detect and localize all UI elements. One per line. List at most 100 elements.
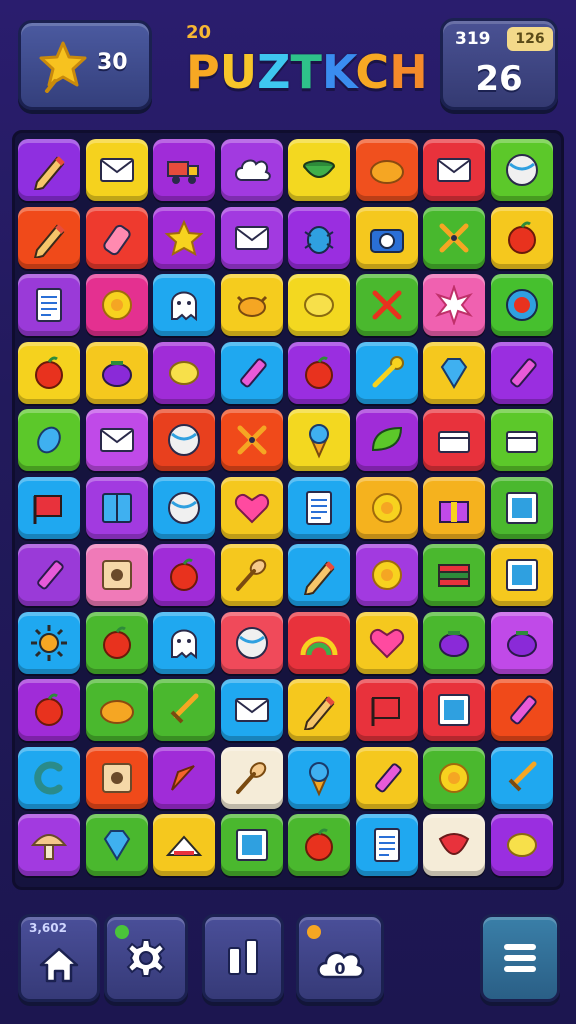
board-tile[interactable] [220,139,283,201]
board-tile[interactable] [288,814,350,876]
board-tile[interactable] [490,139,553,201]
menu-button[interactable] [480,914,560,1002]
board-tile[interactable] [18,206,80,269]
board-tile[interactable] [490,409,553,471]
lives-button[interactable]: 0 [296,914,384,1002]
board-tile[interactable] [85,139,148,201]
board-tile[interactable] [355,139,418,201]
board-tile[interactable] [18,814,80,876]
board-tile[interactable] [355,814,418,876]
board-tile[interactable] [18,409,80,471]
board-tile[interactable] [153,206,215,269]
board-tile[interactable] [423,814,485,876]
board-tile[interactable] [153,476,215,539]
board-tile[interactable] [490,476,553,539]
board-tile[interactable] [153,139,215,201]
board-tile[interactable] [423,476,485,539]
board-tile[interactable] [288,476,350,539]
board-tile[interactable] [153,679,215,741]
board-tile[interactable] [288,544,350,606]
board-tile[interactable] [423,746,485,809]
board-tile[interactable] [220,611,283,674]
home-button[interactable]: 3,602 [18,914,100,1002]
board-tile[interactable] [220,274,283,336]
board-tile[interactable] [85,476,148,539]
board-tile[interactable] [220,544,283,606]
board-tile[interactable] [490,206,553,269]
board-tile[interactable] [490,544,553,606]
gear-icon [126,939,166,977]
board-tile[interactable] [18,679,80,741]
board-tile[interactable] [490,341,553,404]
board-tile[interactable] [153,341,215,404]
board-tile[interactable] [355,544,418,606]
board-tile[interactable] [423,611,485,674]
board-tile[interactable] [18,274,80,336]
board-tile[interactable] [288,139,350,201]
board-tile[interactable] [288,274,350,336]
board-tile[interactable] [288,341,350,404]
board-tile[interactable] [153,746,215,809]
board-tile[interactable] [85,544,148,606]
board-tile[interactable] [423,409,485,471]
board-tile[interactable] [355,476,418,539]
board-tile[interactable] [288,679,350,741]
board-tile[interactable] [220,679,283,741]
board-tile[interactable] [85,814,148,876]
board-tile[interactable] [85,611,148,674]
board-tile[interactable] [288,409,350,471]
board-tile[interactable] [220,476,283,539]
bread-icon [369,160,404,184]
board-tile[interactable] [220,341,283,404]
board-tile[interactable] [18,746,80,809]
board-tile[interactable] [288,206,350,269]
board-tile[interactable] [85,409,148,471]
board-tile[interactable] [85,274,148,336]
board-tile[interactable] [18,544,80,606]
board-tile[interactable] [153,814,215,876]
board-tile[interactable] [423,679,485,741]
board-tile[interactable] [85,206,148,269]
board-tile[interactable] [423,544,485,606]
stats-button[interactable] [202,914,284,1002]
board-tile[interactable] [18,611,80,674]
title-letter: H [389,45,428,99]
ball-icon [235,626,268,659]
board-tile[interactable] [18,476,80,539]
board-tile[interactable] [355,409,418,471]
board-tile[interactable] [153,611,215,674]
board-tile[interactable] [288,746,350,809]
board-tile[interactable] [423,274,485,336]
bottle-icon [102,224,131,255]
board-tile[interactable] [423,206,485,269]
board-tile[interactable] [85,746,148,809]
board-tile[interactable] [355,679,418,741]
board-tile[interactable] [355,274,418,336]
board-tile[interactable] [490,611,553,674]
board-tile[interactable] [220,814,283,876]
board-tile[interactable] [153,409,215,471]
board-tile[interactable] [490,746,553,809]
board-tile[interactable] [85,341,148,404]
board-tile[interactable] [18,341,80,404]
board-tile[interactable] [490,274,553,336]
board-tile[interactable] [220,206,283,269]
board-tile[interactable] [18,139,80,201]
board-tile[interactable] [355,206,418,269]
board-tile[interactable] [355,746,418,809]
board-tile[interactable] [490,679,553,741]
board-tile[interactable] [490,814,553,876]
board-tile[interactable] [355,611,418,674]
board-tile[interactable] [423,341,485,404]
board-tile[interactable] [288,611,350,674]
board-tile[interactable] [153,544,215,606]
board-tile[interactable] [220,746,283,809]
board-tile[interactable] [220,409,283,471]
settings-button[interactable] [104,914,188,1002]
board-tile[interactable] [153,274,215,336]
board-tile[interactable] [423,139,485,201]
gift-icon [439,500,469,523]
star-counter[interactable]: 30 [18,20,152,110]
board-tile[interactable] [355,341,418,404]
board-tile[interactable] [85,679,148,741]
